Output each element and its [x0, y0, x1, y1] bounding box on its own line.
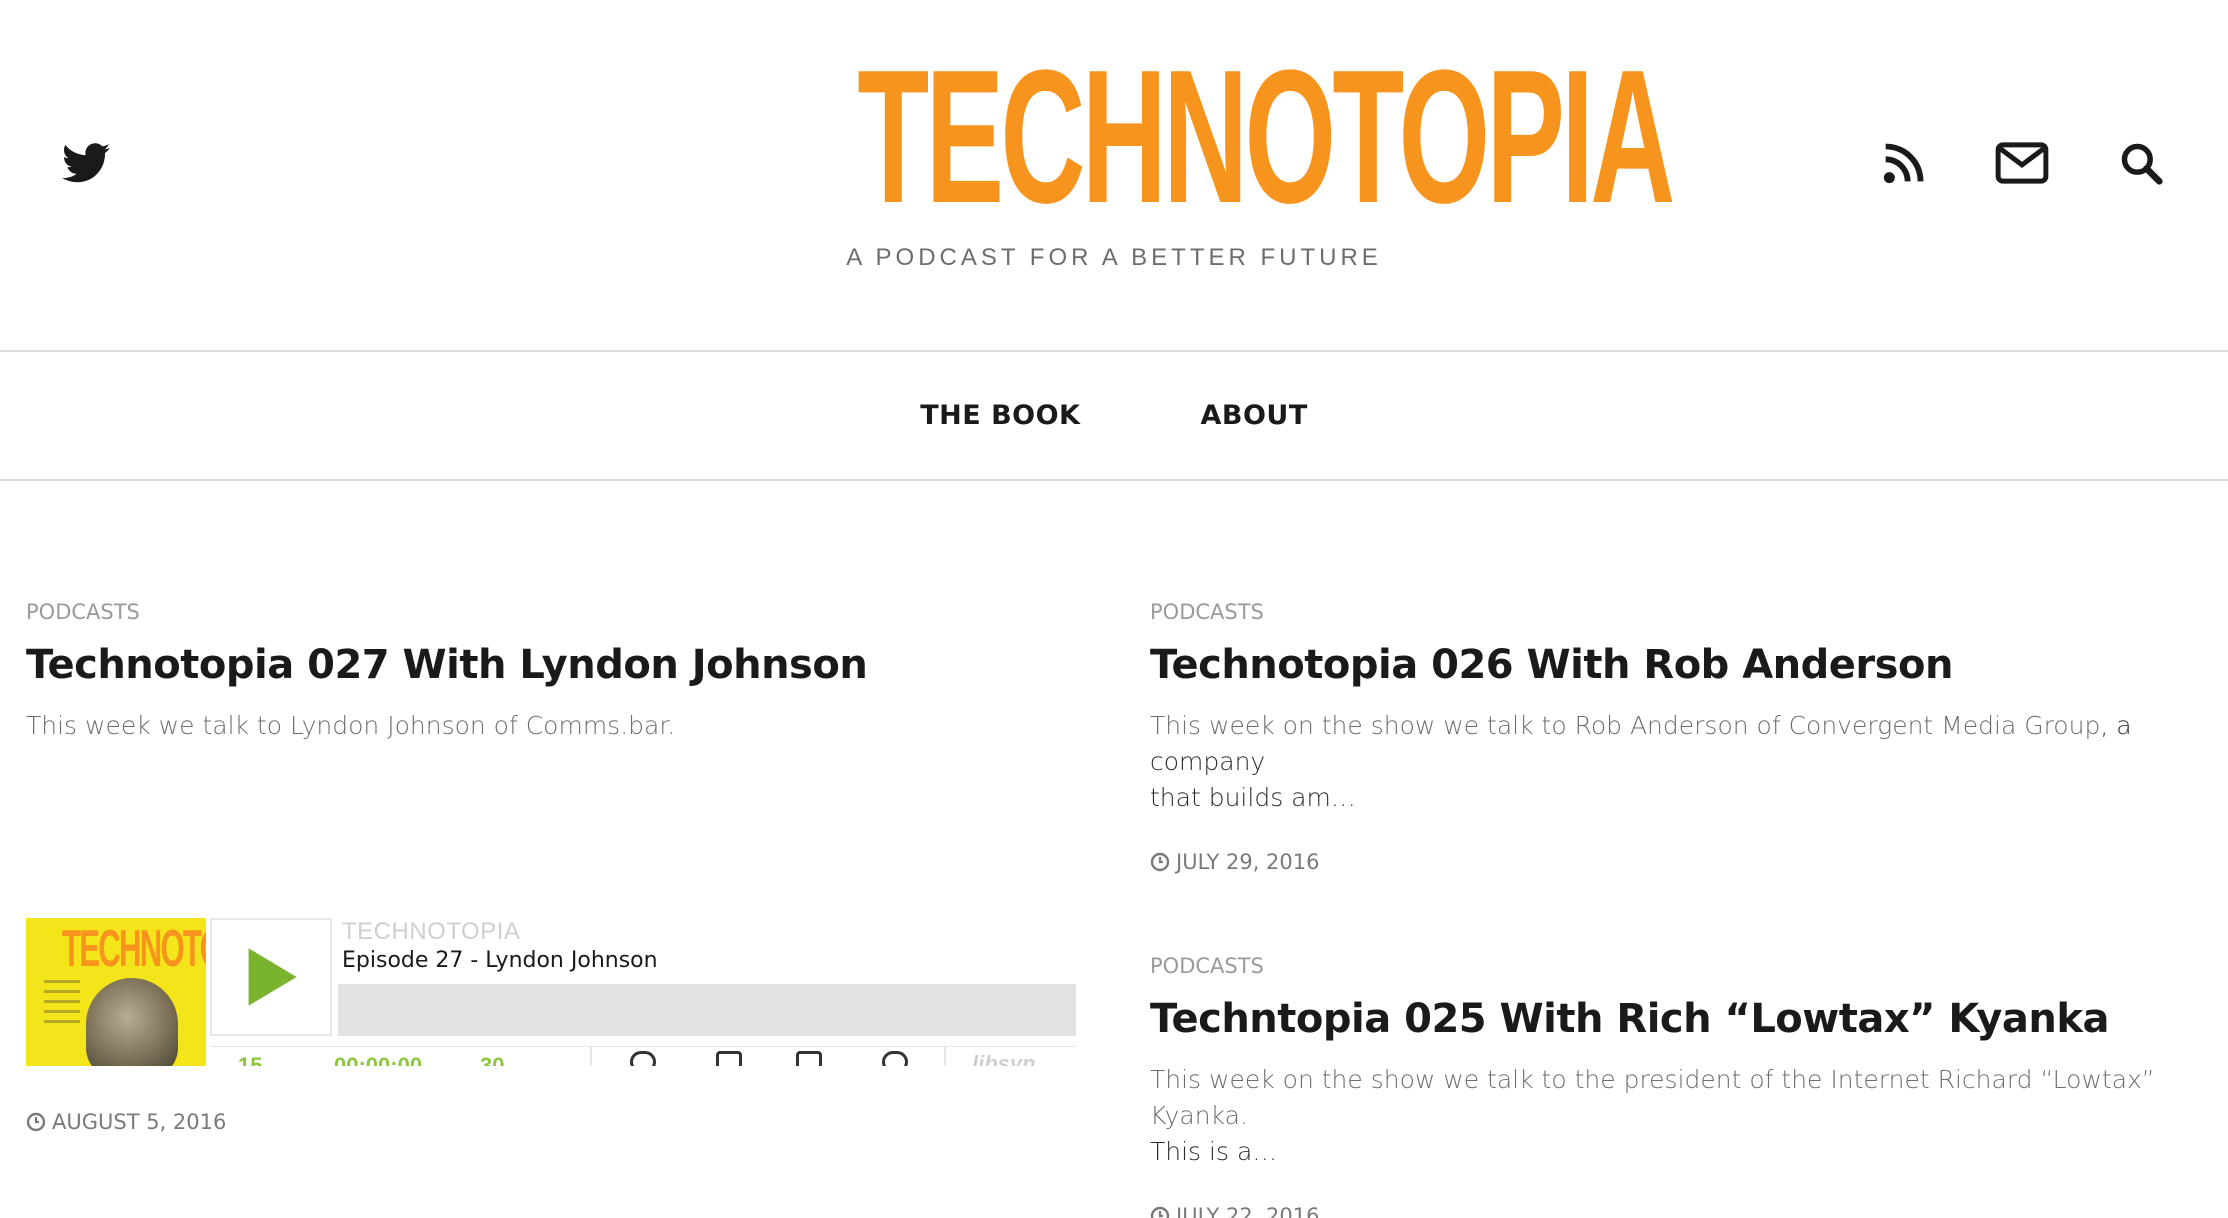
- subscribe-icon[interactable]: [882, 1051, 908, 1066]
- clock-icon: [1150, 852, 1170, 872]
- download-icon[interactable]: [716, 1051, 742, 1066]
- controls-divider: [590, 1047, 592, 1066]
- post-title[interactable]: Techntopia 025 With Rich “Lowtax” Kyanka: [1150, 996, 2210, 1042]
- cover-title: TECHNOTOPIA: [61, 920, 206, 978]
- player-controls: 15 00:00:00 30 libsyn: [210, 1046, 1076, 1066]
- excerpt-text-line2: This is a…: [1150, 1137, 1278, 1166]
- post-category[interactable]: PODCASTS: [1150, 954, 2210, 978]
- controls-divider: [944, 1047, 946, 1066]
- post-card: PODCASTS Techntopia 025 With Rich “Lowta…: [1150, 954, 2210, 1218]
- cover-head-image: [86, 978, 178, 1066]
- main-nav: THE BOOK ABOUT: [0, 350, 2228, 481]
- nav-item-about[interactable]: ABOUT: [1200, 400, 1307, 431]
- rss-icon[interactable]: [1880, 138, 1928, 188]
- post-date: AUGUST 5, 2016: [26, 1110, 226, 1134]
- post-date: JULY 22, 2016: [1150, 1204, 2210, 1218]
- site-header: TECHNOTOPIA A PODCAST FOR A BETTER FUTUR…: [0, 0, 2228, 350]
- excerpt-text: This week on the show we talk to the pre…: [1150, 1065, 2155, 1130]
- post-card: PODCASTS Technotopia 027 With Lyndon Joh…: [26, 600, 1086, 744]
- player-progress-bar[interactable]: [338, 984, 1076, 1036]
- post-category[interactable]: PODCASTS: [26, 600, 1086, 624]
- clock-icon: [26, 1112, 46, 1132]
- libsyn-logo[interactable]: libsyn: [972, 1051, 1036, 1066]
- site-logo[interactable]: TECHNOTOPIA: [857, 42, 1675, 232]
- post-excerpt: This week we talk to Lyndon Johnson of C…: [26, 711, 676, 740]
- post-date: JULY 29, 2016: [1150, 850, 2210, 874]
- post-title[interactable]: Technotopia 027 With Lyndon Johnson: [26, 642, 1086, 688]
- post-date-text: JULY 22, 2016: [1176, 1204, 1320, 1218]
- post-category[interactable]: PODCASTS: [1150, 600, 2210, 624]
- forward-button[interactable]: 30: [480, 1053, 504, 1066]
- clock-icon: [1150, 1206, 1170, 1218]
- nav-item-the-book[interactable]: THE BOOK: [920, 400, 1080, 431]
- time-display: 00:00:00: [334, 1053, 423, 1066]
- post-excerpt: This week on the show we talk to Rob And…: [1150, 708, 2210, 816]
- post-date-text: JULY 29, 2016: [1176, 850, 1320, 874]
- mail-icon[interactable]: [1994, 140, 2050, 186]
- podcast-player: TECHNOTOPIA TECHNOTOPIA Episode 27 - Lyn…: [26, 918, 1076, 1066]
- play-button[interactable]: [210, 918, 332, 1036]
- play-icon: [248, 948, 297, 1006]
- rewind-button[interactable]: 15: [238, 1053, 262, 1066]
- excerpt-text: This week on the show we talk to Rob And…: [1150, 711, 2101, 740]
- player-episode-title: Episode 27 - Lyndon Johnson: [342, 948, 658, 973]
- post-title[interactable]: Technotopia 026 With Rob Anderson: [1150, 642, 2210, 688]
- embed-icon[interactable]: [796, 1051, 822, 1066]
- excerpt-text-line2: that builds am…: [1150, 783, 1356, 812]
- post-date-wrap: AUGUST 5, 2016: [26, 1110, 226, 1134]
- post-date-text: AUGUST 5, 2016: [52, 1110, 227, 1134]
- post-excerpt: This week on the show we talk to the pre…: [1150, 1062, 2210, 1170]
- share-icon[interactable]: [630, 1051, 656, 1066]
- cover-text-lines: [44, 980, 80, 1030]
- twitter-icon[interactable]: [60, 140, 112, 186]
- search-icon[interactable]: [2116, 138, 2166, 188]
- player-brand: TECHNOTOPIA: [342, 918, 521, 945]
- episode-cover-art: TECHNOTOPIA: [26, 918, 206, 1066]
- post-card: PODCASTS Technotopia 026 With Rob Anders…: [1150, 600, 2210, 874]
- site-tagline: A PODCAST FOR A BETTER FUTURE: [846, 244, 1382, 271]
